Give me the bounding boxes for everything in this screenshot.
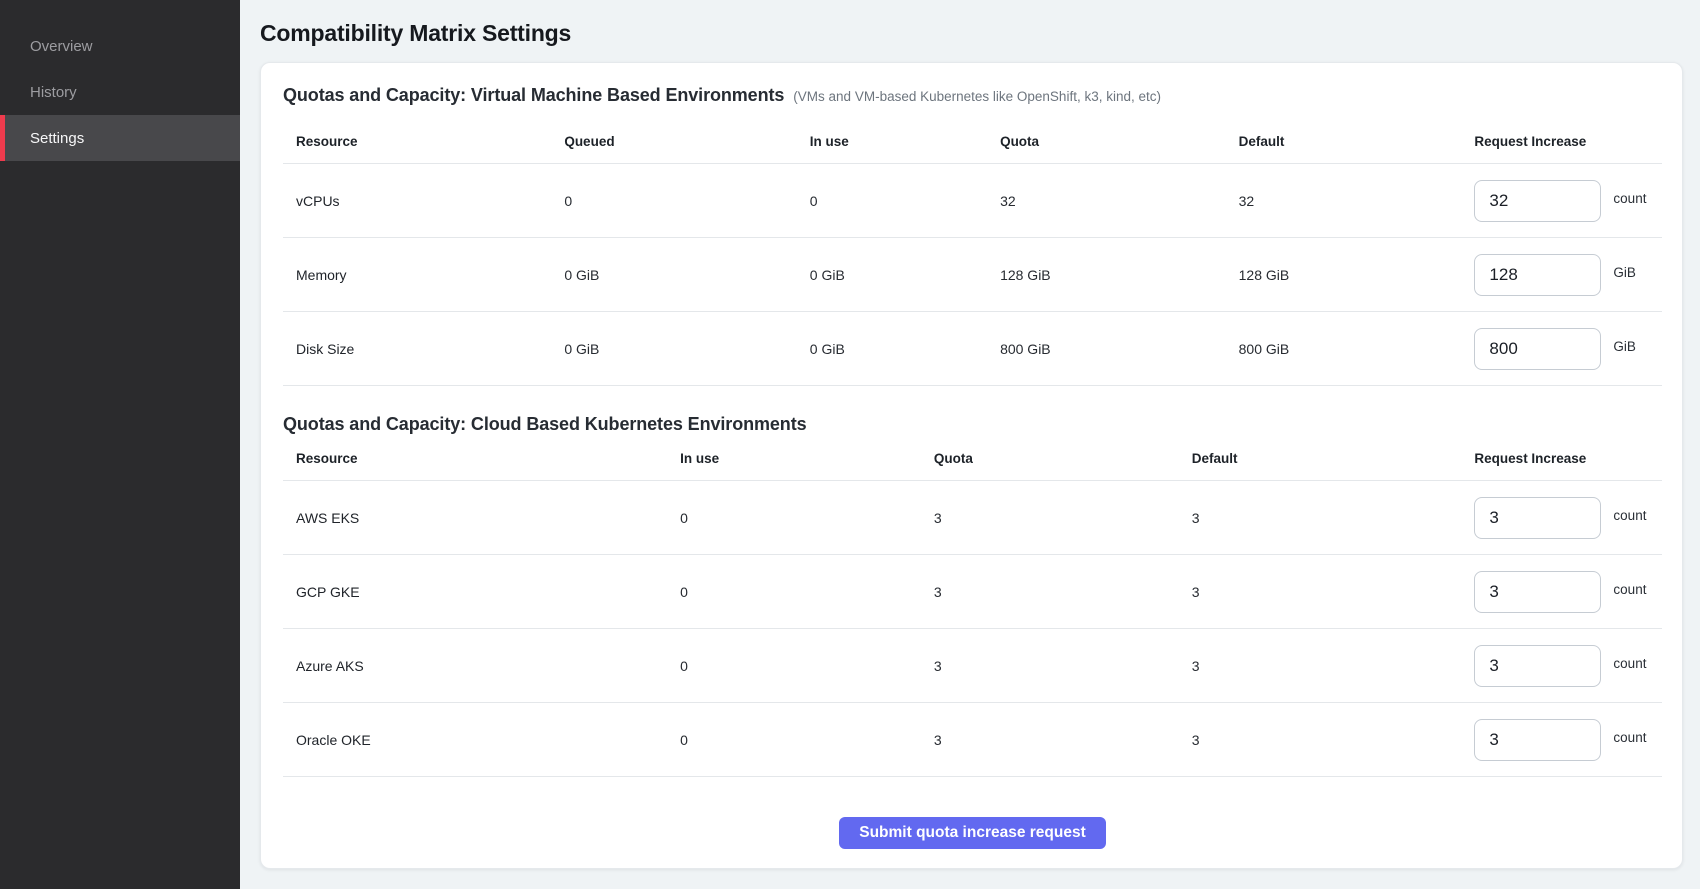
default-value: 3: [1192, 658, 1475, 674]
cloud-table-header-row: Resource In use Quota Default Request In…: [283, 435, 1662, 481]
submit-quota-increase-button[interactable]: Submit quota increase request: [839, 817, 1106, 849]
vm-quota-table: Resource Queued In use Quota Default Req…: [283, 106, 1662, 386]
col-header-request-increase: Request Increase: [1474, 451, 1662, 466]
sidebar-item-overview[interactable]: Overview: [0, 23, 240, 69]
cloud-quota-table: Resource In use Quota Default Request In…: [283, 435, 1662, 777]
oracle-oke-request-input[interactable]: [1474, 719, 1601, 761]
sidebar-item-settings[interactable]: Settings: [0, 115, 240, 161]
unit-label: count: [1613, 582, 1646, 597]
default-value: 32: [1239, 193, 1475, 209]
vm-table-header-row: Resource Queued In use Quota Default Req…: [283, 106, 1662, 164]
resource-name: Oracle OKE: [283, 732, 680, 748]
in-use-value: 0: [680, 510, 934, 526]
cloud-section-header: Quotas and Capacity: Cloud Based Kuberne…: [283, 414, 1662, 435]
sidebar-item-history[interactable]: History: [0, 69, 240, 115]
unit-label: count: [1613, 656, 1646, 671]
col-header-request-increase: Request Increase: [1474, 134, 1662, 149]
in-use-value: 0 GiB: [810, 341, 1000, 357]
table-row-disk-size: Disk Size 0 GiB 0 GiB 800 GiB 800 GiB Gi…: [283, 312, 1662, 386]
in-use-value: 0: [810, 193, 1000, 209]
default-value: 128 GiB: [1239, 267, 1475, 283]
quota-value: 800 GiB: [1000, 341, 1239, 357]
page-title: Compatibility Matrix Settings: [260, 20, 1683, 47]
request-increase-cell: count: [1474, 497, 1662, 539]
vm-section-header: Quotas and Capacity: Virtual Machine Bas…: [283, 85, 1662, 106]
sidebar: Overview History Settings: [0, 0, 240, 889]
cloud-section-title: Quotas and Capacity: Cloud Based Kuberne…: [283, 414, 807, 435]
queued-value: 0 GiB: [564, 267, 809, 283]
unit-label: count: [1613, 191, 1646, 206]
resource-name: Disk Size: [283, 341, 564, 357]
in-use-value: 0 GiB: [810, 267, 1000, 283]
col-header-quota: Quota: [934, 451, 1192, 466]
col-header-queued: Queued: [564, 134, 809, 149]
unit-label: GiB: [1613, 265, 1636, 280]
resource-name: Memory: [283, 267, 564, 283]
queued-value: 0 GiB: [564, 341, 809, 357]
footer-row: Submit quota increase request: [283, 788, 1662, 849]
default-value: 3: [1192, 510, 1475, 526]
resource-name: GCP GKE: [283, 584, 680, 600]
unit-label: count: [1613, 508, 1646, 523]
col-header-in-use: In use: [810, 134, 1000, 149]
quota-value: 3: [934, 732, 1192, 748]
vm-section-title: Quotas and Capacity: Virtual Machine Bas…: [283, 85, 784, 106]
request-increase-cell: count: [1474, 719, 1662, 761]
table-row-vcpus: vCPUs 0 0 32 32 count: [283, 164, 1662, 238]
unit-label: GiB: [1613, 339, 1636, 354]
col-header-resource: Resource: [283, 134, 564, 149]
table-row-gcp-gke: GCP GKE 0 3 3 count: [283, 555, 1662, 629]
request-increase-cell: count: [1474, 645, 1662, 687]
table-row-memory: Memory 0 GiB 0 GiB 128 GiB 128 GiB GiB: [283, 238, 1662, 312]
in-use-value: 0: [680, 658, 934, 674]
col-header-default: Default: [1192, 451, 1475, 466]
unit-label: count: [1613, 730, 1646, 745]
aws-eks-request-input[interactable]: [1474, 497, 1601, 539]
default-value: 3: [1192, 584, 1475, 600]
azure-aks-request-input[interactable]: [1474, 645, 1601, 687]
quota-value: 128 GiB: [1000, 267, 1239, 283]
resource-name: Azure AKS: [283, 658, 680, 674]
default-value: 3: [1192, 732, 1475, 748]
request-increase-cell: GiB: [1474, 254, 1662, 296]
in-use-value: 0: [680, 584, 934, 600]
vm-section-subtitle: (VMs and VM-based Kubernetes like OpenSh…: [793, 89, 1161, 104]
default-value: 800 GiB: [1239, 341, 1475, 357]
resource-name: vCPUs: [283, 193, 564, 209]
request-increase-cell: GiB: [1474, 328, 1662, 370]
quota-value: 3: [934, 584, 1192, 600]
queued-value: 0: [564, 193, 809, 209]
col-header-default: Default: [1239, 134, 1475, 149]
memory-request-input[interactable]: [1474, 254, 1601, 296]
table-row-azure-aks: Azure AKS 0 3 3 count: [283, 629, 1662, 703]
col-header-in-use: In use: [680, 451, 934, 466]
quota-value: 3: [934, 658, 1192, 674]
vcpus-request-input[interactable]: [1474, 180, 1601, 222]
quota-value: 32: [1000, 193, 1239, 209]
table-row-aws-eks: AWS EKS 0 3 3 count: [283, 481, 1662, 555]
gcp-gke-request-input[interactable]: [1474, 571, 1601, 613]
disk-size-request-input[interactable]: [1474, 328, 1601, 370]
resource-name: AWS EKS: [283, 510, 680, 526]
quota-settings-card: Quotas and Capacity: Virtual Machine Bas…: [260, 62, 1683, 869]
col-header-resource: Resource: [283, 451, 680, 466]
quota-value: 3: [934, 510, 1192, 526]
request-increase-cell: count: [1474, 571, 1662, 613]
table-row-oracle-oke: Oracle OKE 0 3 3 count: [283, 703, 1662, 777]
in-use-value: 0: [680, 732, 934, 748]
col-header-quota: Quota: [1000, 134, 1239, 149]
request-increase-cell: count: [1474, 180, 1662, 222]
main-content: Compatibility Matrix Settings Quotas and…: [240, 0, 1700, 889]
